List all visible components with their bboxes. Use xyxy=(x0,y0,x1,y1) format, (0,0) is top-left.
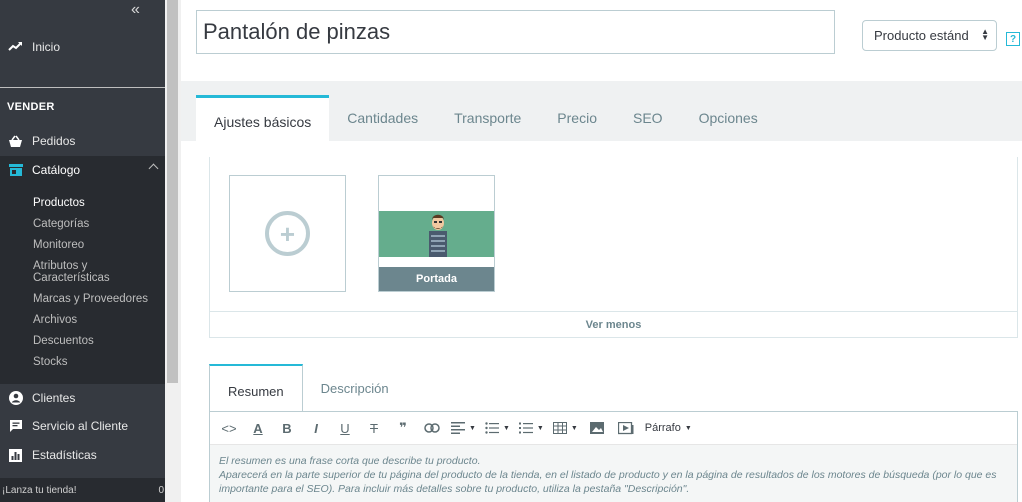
format-label: Párrafo xyxy=(644,422,681,434)
submenu-item-attributes[interactable]: Atributos y Características xyxy=(33,260,110,284)
strikethrough-icon[interactable]: T xyxy=(364,418,384,438)
editor-toolbar: <> A B I U T ❞ ▼ ▼ ▼ ▼ Párrafo ▼ xyxy=(210,412,1017,445)
scrollbar-thumb[interactable] xyxy=(167,0,178,383)
sidebar-item-label: Estadísticas xyxy=(32,448,97,462)
launch-shop-count: 0 xyxy=(158,484,164,496)
collapse-sidebar-icon[interactable]: « xyxy=(131,2,140,18)
summary-textarea[interactable]: El resumen es una frase corta que descri… xyxy=(210,445,1017,502)
blockquote-icon[interactable]: ❞ xyxy=(393,418,413,438)
tab-basic-settings[interactable]: Ajustes básicos xyxy=(196,95,330,141)
source-code-icon[interactable]: <> xyxy=(219,418,239,438)
dropdown-caret-icon: ▼ xyxy=(684,424,692,432)
chat-icon xyxy=(7,419,24,433)
sidebar-item-home[interactable]: Inicio xyxy=(0,34,165,60)
table-icon[interactable]: ▼ xyxy=(552,418,578,438)
sidebar-item-label: Inicio xyxy=(32,40,61,54)
submenu-item-brands[interactable]: Marcas y Proveedores xyxy=(33,293,148,305)
submenu-item-monitoring[interactable]: Monitoreo xyxy=(33,239,84,251)
dropdown-caret-icon: ▼ xyxy=(570,424,578,432)
numbered-list-icon[interactable]: ▼ xyxy=(518,418,544,438)
select-arrows-icon: ▲ ▼ xyxy=(981,27,989,42)
product-name-input[interactable]: Pantalón de pinzas xyxy=(196,10,835,54)
tab-description[interactable]: Descripción xyxy=(303,364,407,412)
video-icon[interactable] xyxy=(616,418,636,438)
sidebar-item-label: Servicio al Cliente xyxy=(32,419,129,433)
cover-label: Portada xyxy=(379,267,494,291)
sidebar-item-orders[interactable]: Pedidos xyxy=(0,127,165,155)
sidebar-item-label: Clientes xyxy=(32,391,76,405)
submenu-item-products[interactable]: Productos xyxy=(33,197,85,209)
summary-editor: <> A B I U T ❞ ▼ ▼ ▼ ▼ Párrafo ▼ El resu… xyxy=(209,411,1018,502)
sidebar-divider xyxy=(0,87,165,88)
product-type-select[interactable]: Producto estánd ▲ ▼ xyxy=(862,20,997,51)
launch-shop-banner[interactable]: ¡Lanza tu tienda! 0 xyxy=(0,478,165,502)
image-icon[interactable] xyxy=(587,418,607,438)
sidebar-scrollbar[interactable] xyxy=(165,0,181,502)
format-dropdown[interactable]: Párrafo ▼ xyxy=(645,418,692,438)
product-image-thumbnail[interactable]: Portada xyxy=(378,175,495,292)
submenu-item-discounts[interactable]: Descuentos xyxy=(33,335,94,347)
plus-circle-icon: + xyxy=(265,211,310,256)
basket-icon xyxy=(7,135,24,148)
submenu-item-stocks[interactable]: Stocks xyxy=(33,356,68,368)
see-less-button[interactable]: Ver menos xyxy=(209,312,1018,337)
sidebar: « Inicio VENDER Pedidos Catálogo Product… xyxy=(0,0,165,502)
add-image-button[interactable]: + xyxy=(229,175,346,292)
bullet-list-icon[interactable]: ▼ xyxy=(485,418,510,438)
user-circle-icon xyxy=(7,391,24,405)
placeholder-line-2: Aparecerá en la parte superior de tu pág… xyxy=(219,469,997,495)
description-tabs: Resumen Descripción xyxy=(209,364,407,412)
store-icon xyxy=(7,164,24,176)
underline-icon[interactable]: U xyxy=(335,418,355,438)
bold-icon[interactable]: B xyxy=(277,418,297,438)
tab-summary[interactable]: Resumen xyxy=(209,364,303,412)
tab-options[interactable]: Opciones xyxy=(681,95,776,141)
tab-seo[interactable]: SEO xyxy=(615,95,681,141)
catalog-submenu: Productos Categorías Monitoreo Atributos… xyxy=(0,184,165,384)
text-color-icon[interactable]: A xyxy=(248,418,268,438)
sidebar-section-title: VENDER xyxy=(7,101,55,113)
chevron-up-icon xyxy=(148,163,159,174)
link-icon[interactable] xyxy=(422,418,442,438)
tab-quantities[interactable]: Cantidades xyxy=(329,95,436,141)
product-image xyxy=(379,211,494,257)
sidebar-item-customers[interactable]: Clientes xyxy=(0,384,165,412)
submenu-item-files[interactable]: Archivos xyxy=(33,314,77,326)
sidebar-item-catalog[interactable]: Catálogo xyxy=(0,156,165,184)
dropdown-caret-icon: ▼ xyxy=(502,424,510,432)
sidebar-item-label: Pedidos xyxy=(32,134,76,148)
launch-shop-label: ¡Lanza tu tienda! xyxy=(2,484,77,496)
help-icon[interactable]: ? xyxy=(1006,32,1020,46)
align-left-icon[interactable]: ▼ xyxy=(451,418,476,438)
product-type-value: Producto estánd xyxy=(874,28,969,43)
italic-icon[interactable]: I xyxy=(306,418,326,438)
sidebar-item-customer-service[interactable]: Servicio al Cliente xyxy=(0,412,165,440)
tab-shipping[interactable]: Transporte xyxy=(436,95,539,141)
sidebar-item-label: Catálogo xyxy=(32,163,81,177)
submenu-item-categories[interactable]: Categorías xyxy=(33,218,89,230)
placeholder-line-1: El resumen es una frase corta que descri… xyxy=(219,455,481,467)
dropdown-caret-icon: ▼ xyxy=(536,424,544,432)
person-illustration xyxy=(429,214,447,257)
trending-up-icon xyxy=(7,40,24,55)
bar-chart-icon xyxy=(7,448,24,462)
tab-pricing[interactable]: Precio xyxy=(539,95,615,141)
sidebar-item-stats[interactable]: Estadísticas xyxy=(0,441,165,469)
product-tabs: Ajustes básicos Cantidades Transporte Pr… xyxy=(196,95,776,141)
dropdown-caret-icon: ▼ xyxy=(469,424,476,432)
